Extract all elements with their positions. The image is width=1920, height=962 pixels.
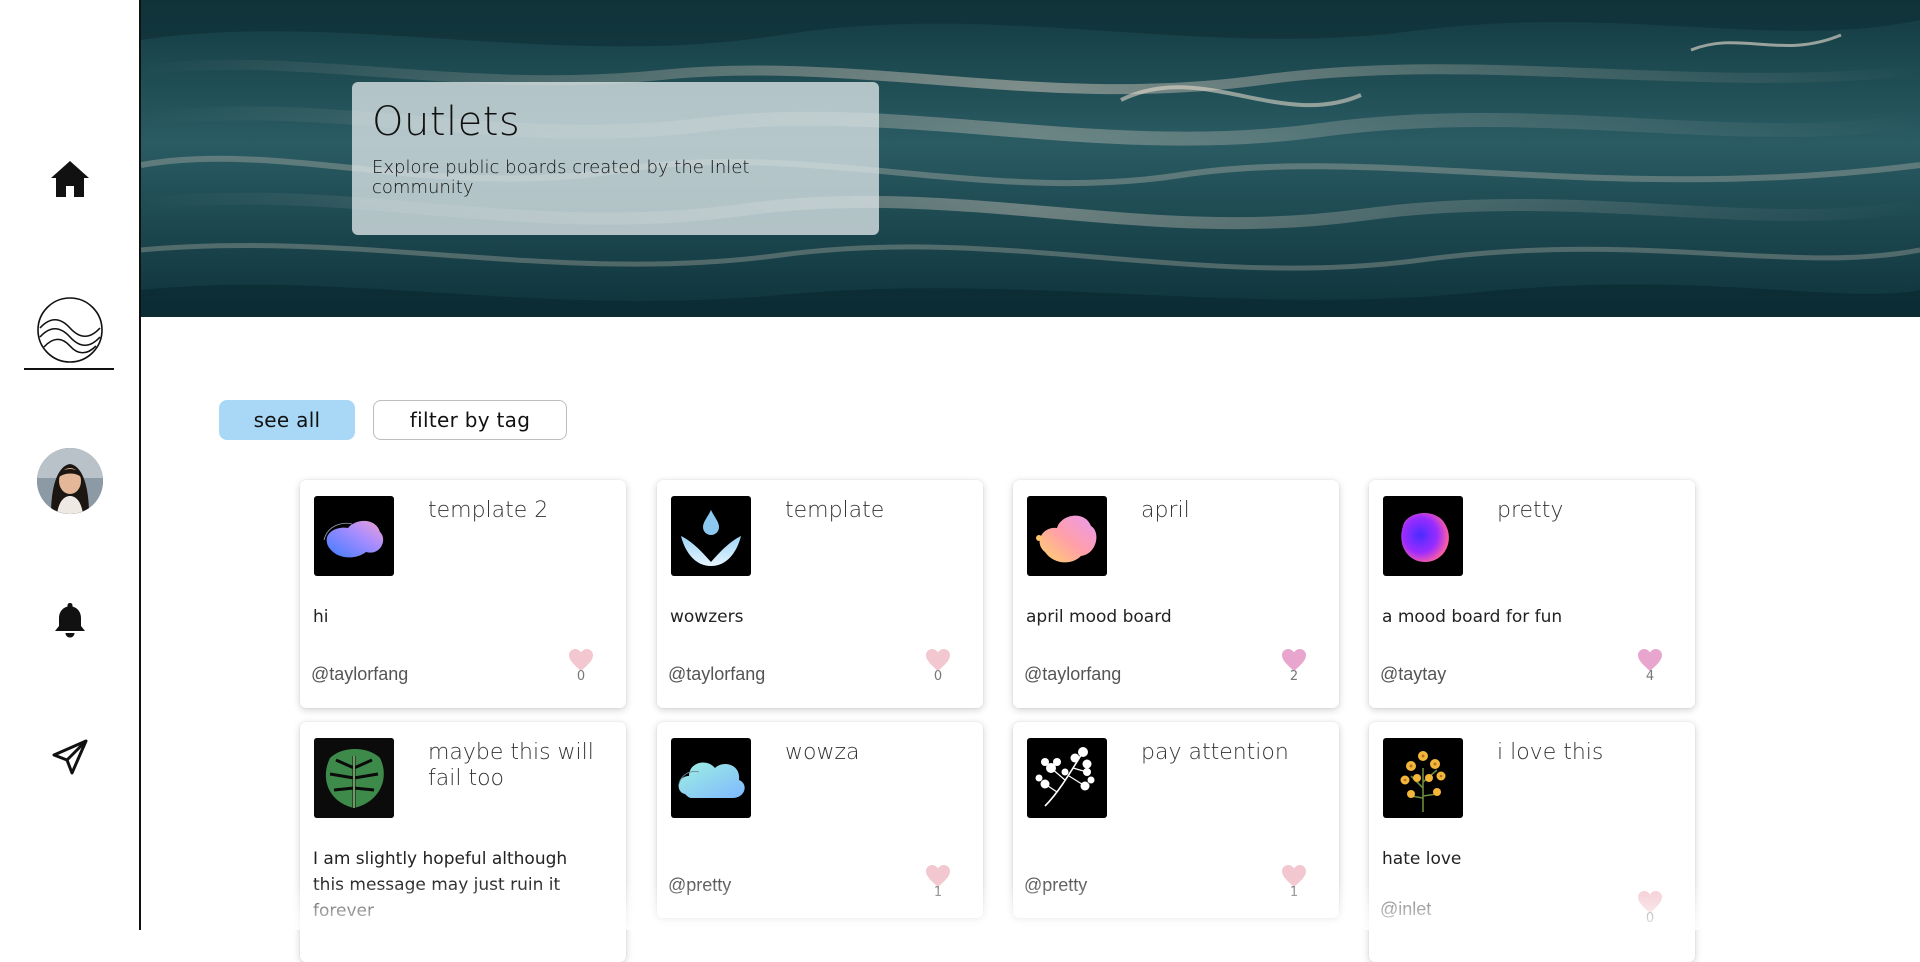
avatar: [36, 448, 103, 514]
waves-logo-icon: [36, 297, 103, 363]
board-description: april mood board: [1026, 607, 1172, 627]
like-button[interactable]: 4: [1635, 648, 1665, 684]
sidebar-item-home[interactable]: [0, 154, 139, 204]
board-thumbnail: [314, 496, 394, 576]
board-thumbnail: [671, 496, 751, 576]
sidebar-item-logo[interactable]: [0, 288, 139, 372]
like-count: 1: [933, 885, 943, 900]
hero-banner: Outlets Explore public boards created by…: [141, 0, 1920, 317]
filter-by-tag-button[interactable]: filter by tag: [373, 400, 567, 440]
like-count: 0: [1645, 911, 1655, 926]
board-author[interactable]: @inlet: [1380, 899, 1431, 920]
like-count: 1: [1289, 885, 1299, 900]
sidebar-item-send[interactable]: [0, 732, 139, 782]
board-description: a mood board for fun: [1382, 607, 1563, 627]
board-thumbnail: [1027, 738, 1107, 818]
board-author[interactable]: @pretty: [1024, 875, 1087, 896]
active-nav-indicator: [24, 368, 114, 370]
board-description: I am slightly hopeful although this mess…: [313, 849, 568, 921]
like-button[interactable]: 0: [566, 648, 596, 684]
board-card[interactable]: template 2 hi @taylorfang 0: [300, 480, 626, 708]
board-card[interactable]: april april mood board @taylorfang 2: [1013, 480, 1339, 708]
board-card[interactable]: i love this hate love @inlet 0: [1369, 722, 1695, 962]
like-button[interactable]: 0: [923, 648, 953, 684]
sidebar-item-notifications[interactable]: [0, 596, 139, 644]
board-description: hate love: [1382, 849, 1462, 869]
hero-card: Outlets Explore public boards created by…: [352, 82, 879, 235]
board-card[interactable]: template wowzers @taylorfang 0: [657, 480, 983, 708]
board-card[interactable]: pay attention @pretty 1: [1013, 722, 1339, 918]
board-title: template: [785, 498, 885, 523]
home-icon: [50, 161, 89, 197]
page-title: Outlets: [372, 99, 521, 145]
board-card[interactable]: wowza @pretty 1: [657, 722, 983, 918]
board-author[interactable]: @taylorfang: [311, 664, 408, 685]
paper-plane-icon: [52, 739, 87, 775]
board-title: maybe this will fail too: [428, 740, 594, 791]
board-author[interactable]: @taylorfang: [1024, 664, 1121, 685]
board-title: pretty: [1497, 498, 1564, 523]
like-button[interactable]: 2: [1279, 648, 1309, 684]
like-count: 0: [933, 669, 943, 684]
board-card[interactable]: maybe this will fail too I am slightly h…: [300, 722, 626, 962]
board-title: wowza: [785, 740, 860, 765]
sidebar: [0, 0, 141, 930]
bell-icon: [54, 603, 85, 638]
board-title: i love this: [1497, 740, 1604, 765]
see-all-button[interactable]: see all: [219, 400, 355, 440]
board-title: april: [1141, 498, 1190, 523]
like-count: 0: [576, 669, 586, 684]
board-thumbnail: [1027, 496, 1107, 576]
like-button[interactable]: 0: [1635, 890, 1665, 926]
board-card[interactable]: pretty a mood board for fun @taytay 4: [1369, 480, 1695, 708]
board-title: pay attention: [1141, 740, 1289, 765]
board-author[interactable]: @taytay: [1380, 664, 1446, 685]
board-thumbnail: [671, 738, 751, 818]
like-count: 2: [1289, 669, 1299, 684]
like-count: 4: [1645, 669, 1655, 684]
sidebar-item-profile[interactable]: [0, 446, 139, 516]
board-title: template 2: [428, 498, 549, 523]
like-button[interactable]: 1: [923, 864, 953, 900]
board-author[interactable]: @taylorfang: [668, 664, 765, 685]
board-thumbnail: [314, 738, 394, 818]
board-author[interactable]: @pretty: [668, 875, 731, 896]
board-description: wowzers: [670, 607, 744, 627]
board-description: hi: [313, 607, 329, 627]
filter-bar: see all filter by tag: [219, 400, 567, 440]
board-thumbnail: [1383, 496, 1463, 576]
like-button[interactable]: 1: [1279, 864, 1309, 900]
board-thumbnail: [1383, 738, 1463, 818]
page-subtitle: Explore public boards created by the Inl…: [372, 157, 750, 198]
